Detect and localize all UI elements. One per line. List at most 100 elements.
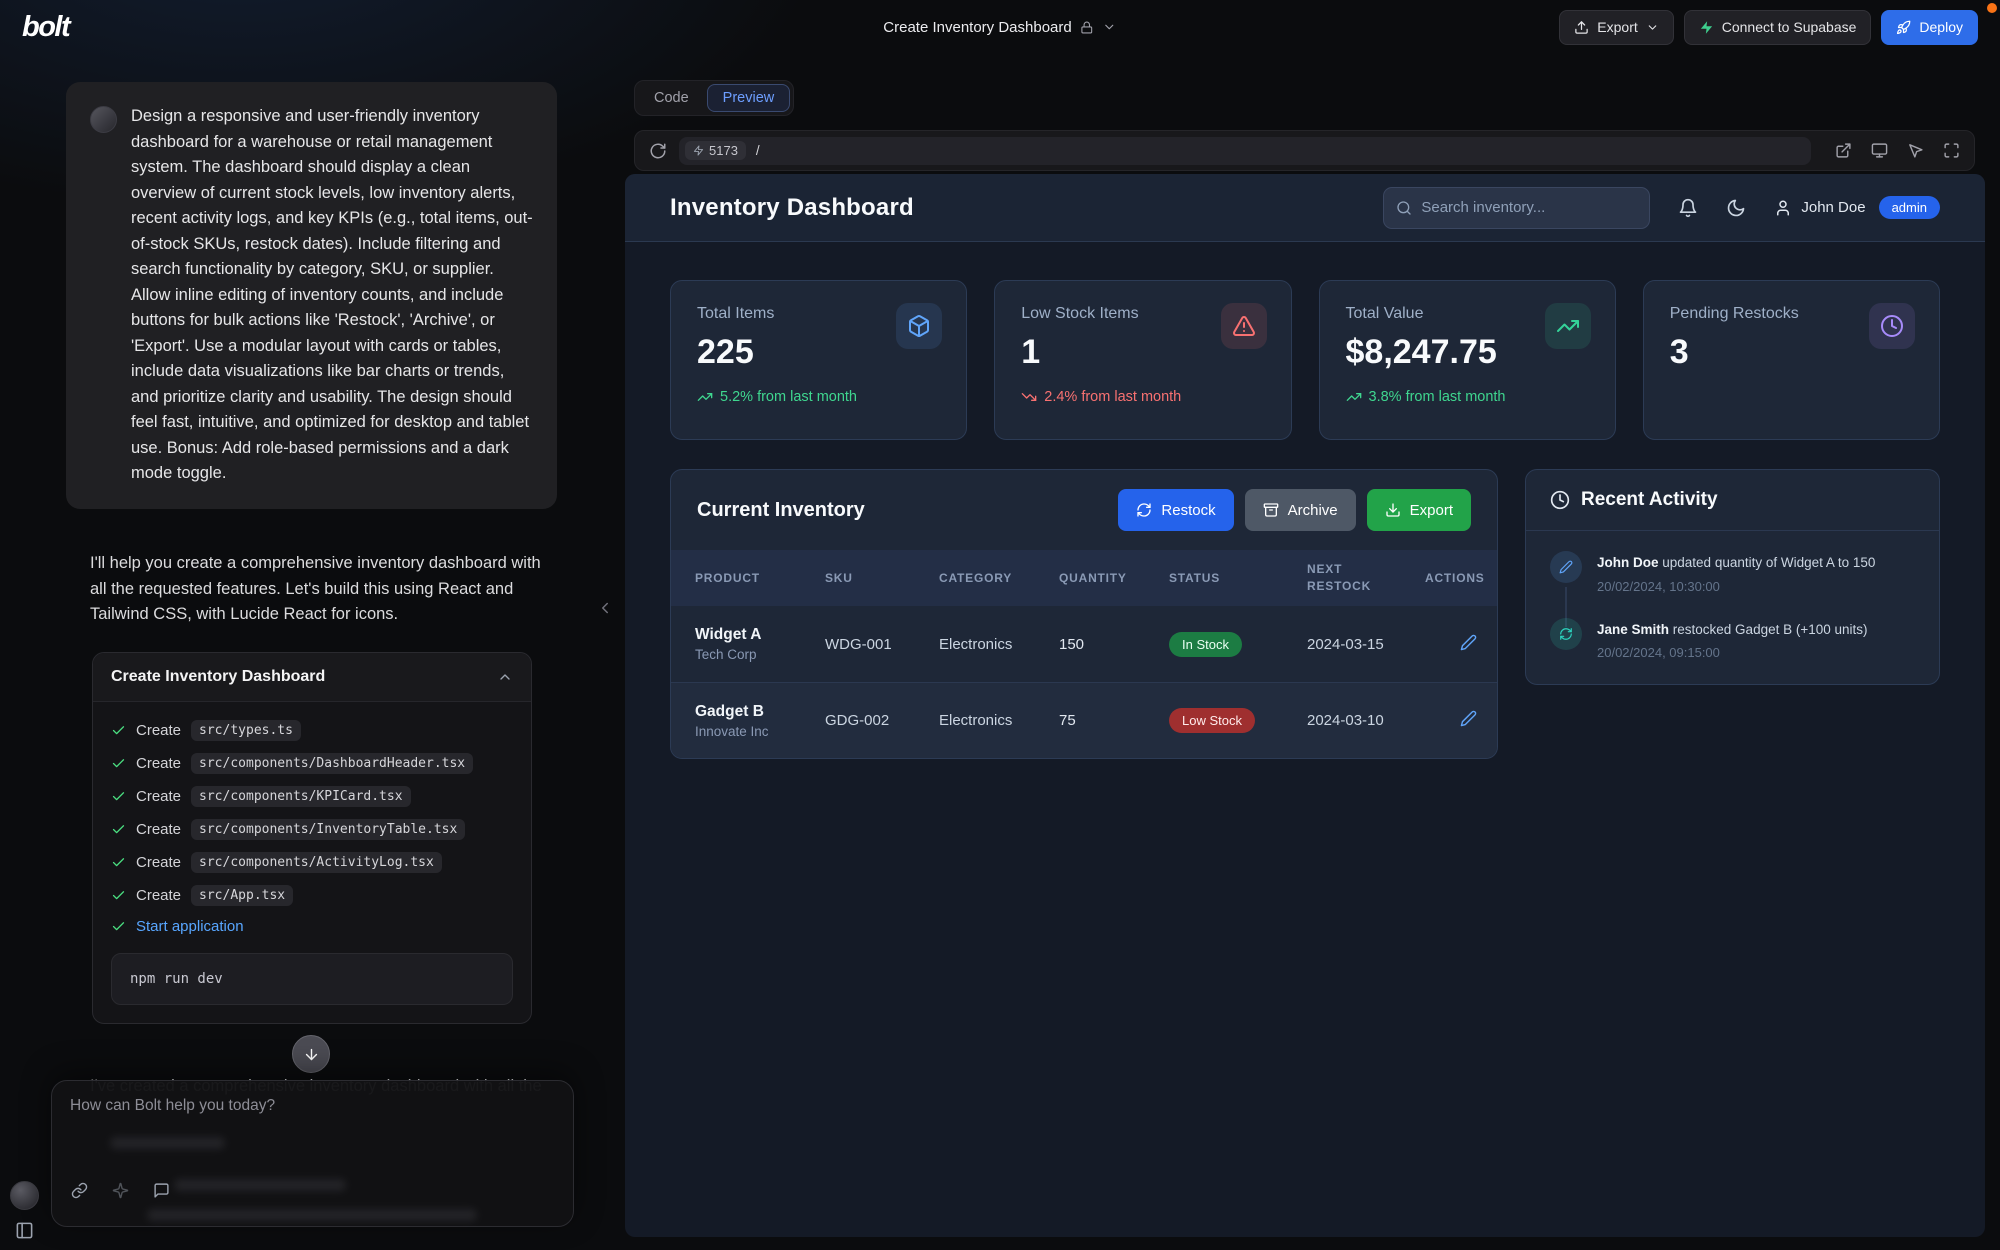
scroll-to-bottom-button[interactable] <box>292 1035 330 1073</box>
restock-button-label: Restock <box>1161 502 1215 519</box>
plan-step: Create src/App.tsx <box>111 879 513 912</box>
collapse-chat-chevron-icon[interactable] <box>596 599 614 617</box>
column-category: CATEGORY <box>939 571 1059 585</box>
bolt-logo[interactable]: bolt <box>22 11 69 44</box>
plan-step-label: Create <box>136 788 181 805</box>
port-badge[interactable]: 5173 <box>685 141 746 160</box>
kpi-card-total-items: Total Items 225 5.2% from last month <box>670 280 967 440</box>
activity-time: 20/02/2024, 10:30:00 <box>1597 579 1875 594</box>
preview-address-bar: 5173 / <box>634 130 1975 171</box>
archive-button[interactable]: Archive <box>1245 489 1356 531</box>
inventory-title: Current Inventory <box>697 499 865 522</box>
activity-text: updated quantity of Widget A to 150 <box>1659 555 1876 570</box>
product-name: Widget A <box>695 626 825 644</box>
attach-link-icon[interactable] <box>71 1182 88 1199</box>
device-preview-icon[interactable] <box>1871 142 1888 159</box>
file-chip: src/components/KPICard.tsx <box>191 786 411 807</box>
user-message-card: Design a responsive and user-friendly in… <box>66 82 557 509</box>
profile-avatar[interactable] <box>10 1181 39 1210</box>
sidebar-toggle-icon[interactable] <box>15 1221 34 1240</box>
role-badge: admin <box>1879 196 1940 219</box>
restock-button[interactable]: Restock <box>1118 489 1233 531</box>
restock-date-cell: 2024-03-15 <box>1307 636 1425 653</box>
clock-icon <box>1869 303 1915 349</box>
port-number: 5173 <box>709 143 738 158</box>
inventory-search[interactable] <box>1383 187 1650 229</box>
deploy-button[interactable]: Deploy <box>1881 10 1978 45</box>
activity-actor: John Doe <box>1597 555 1659 570</box>
url-path: / <box>756 143 760 158</box>
plan-step-label: Create <box>136 854 181 871</box>
check-icon <box>111 919 126 934</box>
plan-step-label: Create <box>136 722 181 739</box>
connect-supabase-button[interactable]: Connect to Supabase <box>1684 10 1872 45</box>
table-header-row: PRODUCT SKU CATEGORY QUANTITY STATUS NEX… <box>671 550 1497 606</box>
kpi-row: Total Items 225 5.2% from last month Low… <box>670 280 1940 440</box>
terminal-command: npm run dev <box>111 953 513 1005</box>
recent-activity-card: Recent Activity John Doe updated quantit… <box>1525 469 1940 685</box>
activity-item: John Doe updated quantity of Widget A to… <box>1550 551 1915 594</box>
notifications-bell-icon[interactable] <box>1678 198 1698 218</box>
check-icon <box>111 756 126 771</box>
kpi-trend-text: 2.4% from last month <box>1044 389 1181 405</box>
tab-code[interactable]: Code <box>638 84 705 112</box>
column-product: PRODUCT <box>695 571 825 585</box>
plan-step-label: Create <box>136 887 181 904</box>
project-title-menu[interactable]: Create Inventory Dashboard <box>883 19 1116 36</box>
enhance-sparkles-icon[interactable] <box>112 1182 129 1199</box>
search-input[interactable] <box>1421 199 1637 216</box>
file-chip: src/components/InventoryTable.tsx <box>191 819 465 840</box>
chevron-down-icon <box>1103 20 1117 34</box>
activity-time: 20/02/2024, 09:15:00 <box>1597 645 1868 660</box>
tab-preview[interactable]: Preview <box>707 84 791 112</box>
fullscreen-icon[interactable] <box>1943 142 1960 159</box>
export-csv-button[interactable]: Export <box>1367 489 1471 531</box>
check-icon <box>111 822 126 837</box>
sku-cell: GDG-002 <box>825 712 939 729</box>
table-row: Gadget B Innovate Inc GDG-002 Electronic… <box>671 682 1497 758</box>
lock-icon <box>1081 21 1094 34</box>
check-icon <box>111 855 126 870</box>
kpi-trend-text: 3.8% from last month <box>1369 389 1506 405</box>
product-supplier: Tech Corp <box>695 647 825 662</box>
edit-pencil-icon[interactable] <box>1460 710 1477 727</box>
kpi-card-total-value: Total Value $8,247.75 3.8% from last mon… <box>1319 280 1616 440</box>
plan-step-label: Create <box>136 821 181 838</box>
archive-button-label: Archive <box>1288 502 1338 519</box>
trending-up-icon <box>1545 303 1591 349</box>
clock-icon <box>1550 490 1570 510</box>
dashboard-header: Inventory Dashboard John Doe admin <box>625 174 1985 242</box>
user-icon <box>1774 199 1792 217</box>
refresh-icon <box>1550 618 1582 650</box>
start-application-link[interactable]: Start application <box>136 918 244 935</box>
status-badge: Low Stock <box>1169 708 1255 733</box>
table-row: Widget A Tech Corp WDG-001 Electronics 1… <box>671 606 1497 682</box>
check-icon <box>111 888 126 903</box>
workbench-panel: Code Preview 5173 / Inventory Das <box>625 54 2000 1250</box>
reload-icon[interactable] <box>649 142 667 160</box>
plan-step: Create src/components/KPICard.tsx <box>111 780 513 813</box>
user-menu[interactable]: John Doe admin <box>1774 196 1940 219</box>
redacted-text-line <box>110 1137 225 1149</box>
url-bar[interactable]: 5173 / <box>679 137 1811 165</box>
export-button-label: Export <box>1597 19 1637 35</box>
open-in-new-tab-icon[interactable] <box>1835 142 1852 159</box>
topbar: bolt Create Inventory Dashboard Export C… <box>0 0 2000 54</box>
chat-input[interactable] <box>52 1081 573 1133</box>
plan-step-start: Start application <box>111 912 513 941</box>
dark-mode-toggle-icon[interactable] <box>1726 198 1746 218</box>
chat-mode-icon[interactable] <box>153 1182 170 1199</box>
supabase-icon <box>1699 20 1714 35</box>
restock-date-cell: 2024-03-10 <box>1307 712 1425 729</box>
collapse-chevron-icon[interactable] <box>497 669 513 685</box>
user-name: John Doe <box>1801 199 1865 216</box>
plan-step: Create src/components/DashboardHeader.ts… <box>111 747 513 780</box>
quantity-cell: 75 <box>1059 712 1169 729</box>
redacted-text-line <box>174 1179 346 1191</box>
export-button[interactable]: Export <box>1559 10 1673 45</box>
user-message-text: Design a responsive and user-friendly in… <box>131 104 533 487</box>
category-cell: Electronics <box>939 712 1059 729</box>
download-icon <box>1385 502 1401 518</box>
inspector-icon[interactable] <box>1907 142 1924 159</box>
edit-pencil-icon[interactable] <box>1460 634 1477 651</box>
